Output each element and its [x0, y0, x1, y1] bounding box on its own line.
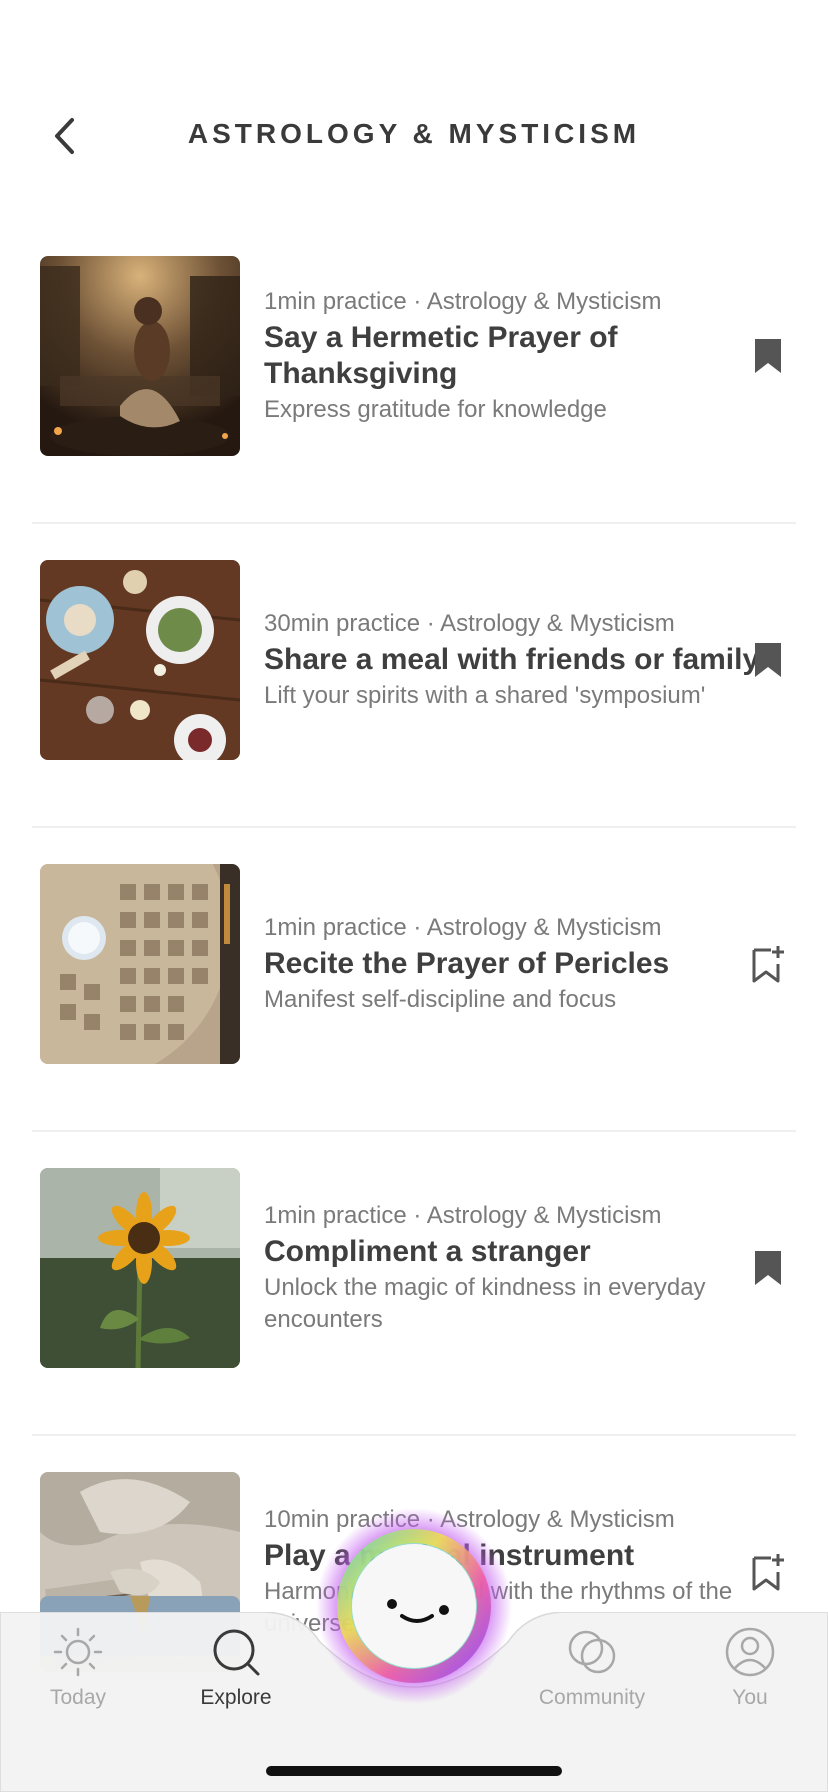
practice-title: Share a meal with friends or family	[264, 643, 760, 676]
practice-meta: 1min practice · Astrology & Mysticism	[264, 288, 662, 315]
practice-subtitle: Lift your spirits with a shared 'symposi…	[264, 682, 706, 709]
practice-meta: 30min practice · Astrology & Mysticism	[264, 610, 675, 637]
tab-label: Community	[538, 1686, 646, 1709]
woman-in-ruins-image	[40, 256, 240, 456]
tab-label: Explore	[200, 1686, 272, 1709]
overlapping-circles-icon	[568, 1630, 616, 1674]
bookmark-add-icon	[752, 946, 784, 983]
pantheon-dome-image	[40, 864, 240, 1064]
bookmark-filled-icon	[755, 643, 781, 677]
bookmark-button[interactable]	[748, 1244, 788, 1292]
practice-title: Compliment a stranger	[264, 1235, 591, 1268]
practice-text: 1min practice · Astrology & Mysticism Sa…	[264, 256, 764, 456]
search-icon	[213, 1629, 260, 1676]
page-title: ASTROLOGY & MYSTICISM	[187, 118, 641, 149]
tab-label: Today	[49, 1686, 107, 1709]
tab-community[interactable]: Community	[522, 1626, 662, 1710]
practice-text: 30min practice · Astrology & Mysticism S…	[264, 560, 764, 760]
bookmark-button[interactable]	[748, 940, 788, 988]
tab-you[interactable]: You	[680, 1626, 820, 1710]
smiley-orb-icon	[316, 1508, 512, 1704]
home-indicator[interactable]	[266, 1766, 562, 1776]
practice-meta: 1min practice · Astrology & Mysticism	[264, 914, 662, 941]
practice-text: 1min practice · Astrology & Mysticism Re…	[264, 864, 764, 1064]
assistant-orb-button[interactable]	[314, 1506, 514, 1706]
practice-item[interactable]: 1min practice · Astrology & Mysticism Re…	[32, 864, 796, 1132]
person-icon	[725, 1627, 775, 1677]
practice-text: 1min practice · Astrology & Mysticism Co…	[264, 1168, 764, 1368]
practice-meta: 1min practice · Astrology & Mysticism	[264, 1202, 662, 1229]
bookmark-filled-icon	[755, 1251, 781, 1285]
header: ASTROLOGY & MYSTICISM	[0, 0, 828, 200]
bookmark-button[interactable]	[748, 1548, 788, 1596]
practice-title: Say a Hermetic Prayer of Thanksgiving	[264, 321, 618, 390]
bookmark-filled-icon	[755, 339, 781, 373]
bookmark-button[interactable]	[748, 636, 788, 684]
practice-item[interactable]: 1min practice · Astrology & Mysticism Sa…	[32, 256, 796, 524]
practice-item[interactable]: 1min practice · Astrology & Mysticism Co…	[32, 1168, 796, 1436]
practice-subtitle: Express gratitude for knowledge	[264, 396, 607, 423]
tab-label: You	[732, 1686, 768, 1709]
practice-subtitle: Unlock the magic of kindness in everyday…	[264, 1274, 706, 1333]
bookmark-add-icon	[752, 1554, 784, 1591]
practice-item[interactable]: 30min practice · Astrology & Mysticism S…	[32, 560, 796, 828]
practice-subtitle: Manifest self-discipline and focus	[264, 986, 617, 1013]
shared-meal-image	[40, 560, 240, 760]
practice-title: Recite the Prayer of Pericles	[264, 947, 670, 980]
sun-icon	[53, 1627, 103, 1677]
sunflower-image	[40, 1168, 240, 1368]
bookmark-button[interactable]	[748, 332, 788, 380]
tab-today[interactable]: Today	[8, 1626, 148, 1710]
tab-explore[interactable]: Explore	[166, 1626, 306, 1710]
